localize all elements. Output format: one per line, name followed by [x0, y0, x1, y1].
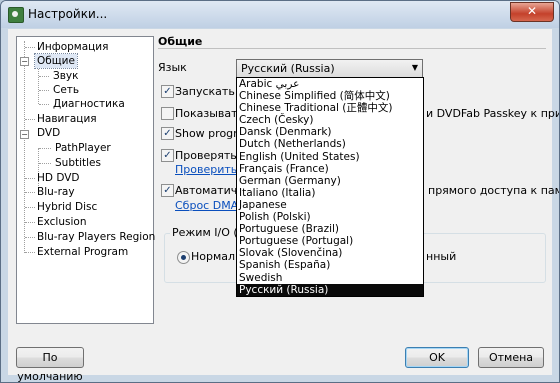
- language-option[interactable]: German (Germany): [237, 175, 423, 187]
- language-option[interactable]: Dansk (Denmark): [237, 126, 423, 138]
- collapse-icon[interactable]: −: [20, 130, 29, 139]
- language-option[interactable]: Chinese Traditional (正體中文): [237, 102, 423, 114]
- language-option[interactable]: Polish (Polski): [237, 211, 423, 223]
- language-option[interactable]: Swedish: [237, 272, 423, 284]
- tree-item-exclusion[interactable]: Exclusion: [37, 215, 86, 229]
- show-label-suffix: и DVDFab Passkey к приводу: [426, 107, 560, 120]
- tree-item-general[interactable]: Общие: [34, 53, 78, 69]
- language-option[interactable]: Slovak (Slovenčina): [237, 247, 423, 259]
- auto-dma-suffix: прямого доступа к памяти): [428, 184, 559, 197]
- tree-item-dvd[interactable]: DVD: [37, 126, 60, 140]
- language-option[interactable]: Portuguese (Brazil): [237, 223, 423, 235]
- settings-window: Настройки... ✕ Информация − Общие Звук С…: [0, 0, 560, 383]
- language-option[interactable]: Dutch (Netherlands): [237, 138, 423, 150]
- auto-dma-checkbox[interactable]: ✓: [161, 184, 174, 197]
- tree-item-bluray-region[interactable]: Blu-ray Players Region: [37, 230, 155, 244]
- reset-dma-link[interactable]: Сброс DMA: [175, 199, 238, 212]
- cancel-button[interactable]: Отмена: [478, 347, 544, 368]
- language-select-value: Русский (Russia): [241, 62, 335, 75]
- language-label: Язык: [158, 61, 187, 74]
- app-icon: [8, 7, 24, 23]
- tree-item-subtitles[interactable]: Subtitles: [55, 156, 101, 170]
- language-dropdown-list[interactable]: Arabic عربي Chinese Simplified (简体中文) Chin…: [236, 77, 424, 297]
- dialog-body: Информация − Общие Звук Сеть Диагностика…: [8, 29, 559, 382]
- ok-button[interactable]: OK: [405, 347, 469, 368]
- tree-item-sound[interactable]: Звук: [53, 69, 78, 83]
- check-updates-checkbox[interactable]: ✓: [161, 149, 174, 162]
- language-option[interactable]: Portuguese (Portugal): [237, 235, 423, 247]
- close-button[interactable]: ✕: [510, 2, 554, 22]
- tree-item-hybrid-disc[interactable]: Hybrid Disc: [37, 200, 97, 214]
- auto-dma-label: Автоматиче: [175, 184, 245, 197]
- language-option[interactable]: Arabic عربي: [237, 78, 423, 90]
- collapse-icon[interactable]: −: [20, 57, 29, 66]
- tree-item-pathplayer[interactable]: PathPlayer: [55, 141, 111, 155]
- io-normal-radio[interactable]: [177, 251, 190, 264]
- language-option[interactable]: Italiano (Italia): [237, 187, 423, 199]
- progress-checkbox[interactable]: ✓: [161, 127, 174, 140]
- io-normal-label: Нормаль: [191, 250, 242, 263]
- language-option[interactable]: Japanese: [237, 199, 423, 211]
- panel-divider: [158, 48, 546, 49]
- show-label: Показывать: [175, 107, 245, 120]
- tree-item-bluray[interactable]: Blu-ray: [37, 185, 75, 199]
- panel-title: Общие: [158, 35, 203, 48]
- tree-item-information[interactable]: Информация: [37, 40, 108, 54]
- language-option[interactable]: Czech (Česky): [237, 114, 423, 126]
- window-title: Настройки...: [28, 7, 108, 21]
- language-option[interactable]: Français (France): [237, 163, 423, 175]
- title-bar[interactable]: Настройки... ✕: [1, 1, 559, 28]
- tree-item-external-program[interactable]: External Program: [37, 245, 128, 259]
- tree-item-diagnostics[interactable]: Диагностика: [53, 97, 125, 111]
- tree-item-network[interactable]: Сеть: [53, 83, 79, 97]
- settings-tree[interactable]: Информация − Общие Звук Сеть Диагностика…: [16, 36, 155, 324]
- defaults-button[interactable]: По умолчанию: [16, 347, 84, 382]
- tree-item-navigation[interactable]: Навигация: [37, 112, 97, 126]
- chevron-down-icon: ▼: [411, 63, 418, 72]
- language-option[interactable]: Русский (Russia): [237, 283, 423, 296]
- language-option[interactable]: Chinese Simplified (简体中文): [237, 90, 423, 102]
- show-checkbox[interactable]: [161, 107, 174, 120]
- tree-item-hddvd[interactable]: HD DVD: [37, 171, 80, 185]
- language-select[interactable]: Русский (Russia) ▼: [236, 59, 423, 78]
- run-checkbox[interactable]: ✓: [161, 85, 174, 98]
- language-option[interactable]: English (United States): [237, 151, 423, 163]
- language-option[interactable]: Spanish (España): [237, 259, 423, 271]
- io-suffix-label: нный: [426, 250, 457, 263]
